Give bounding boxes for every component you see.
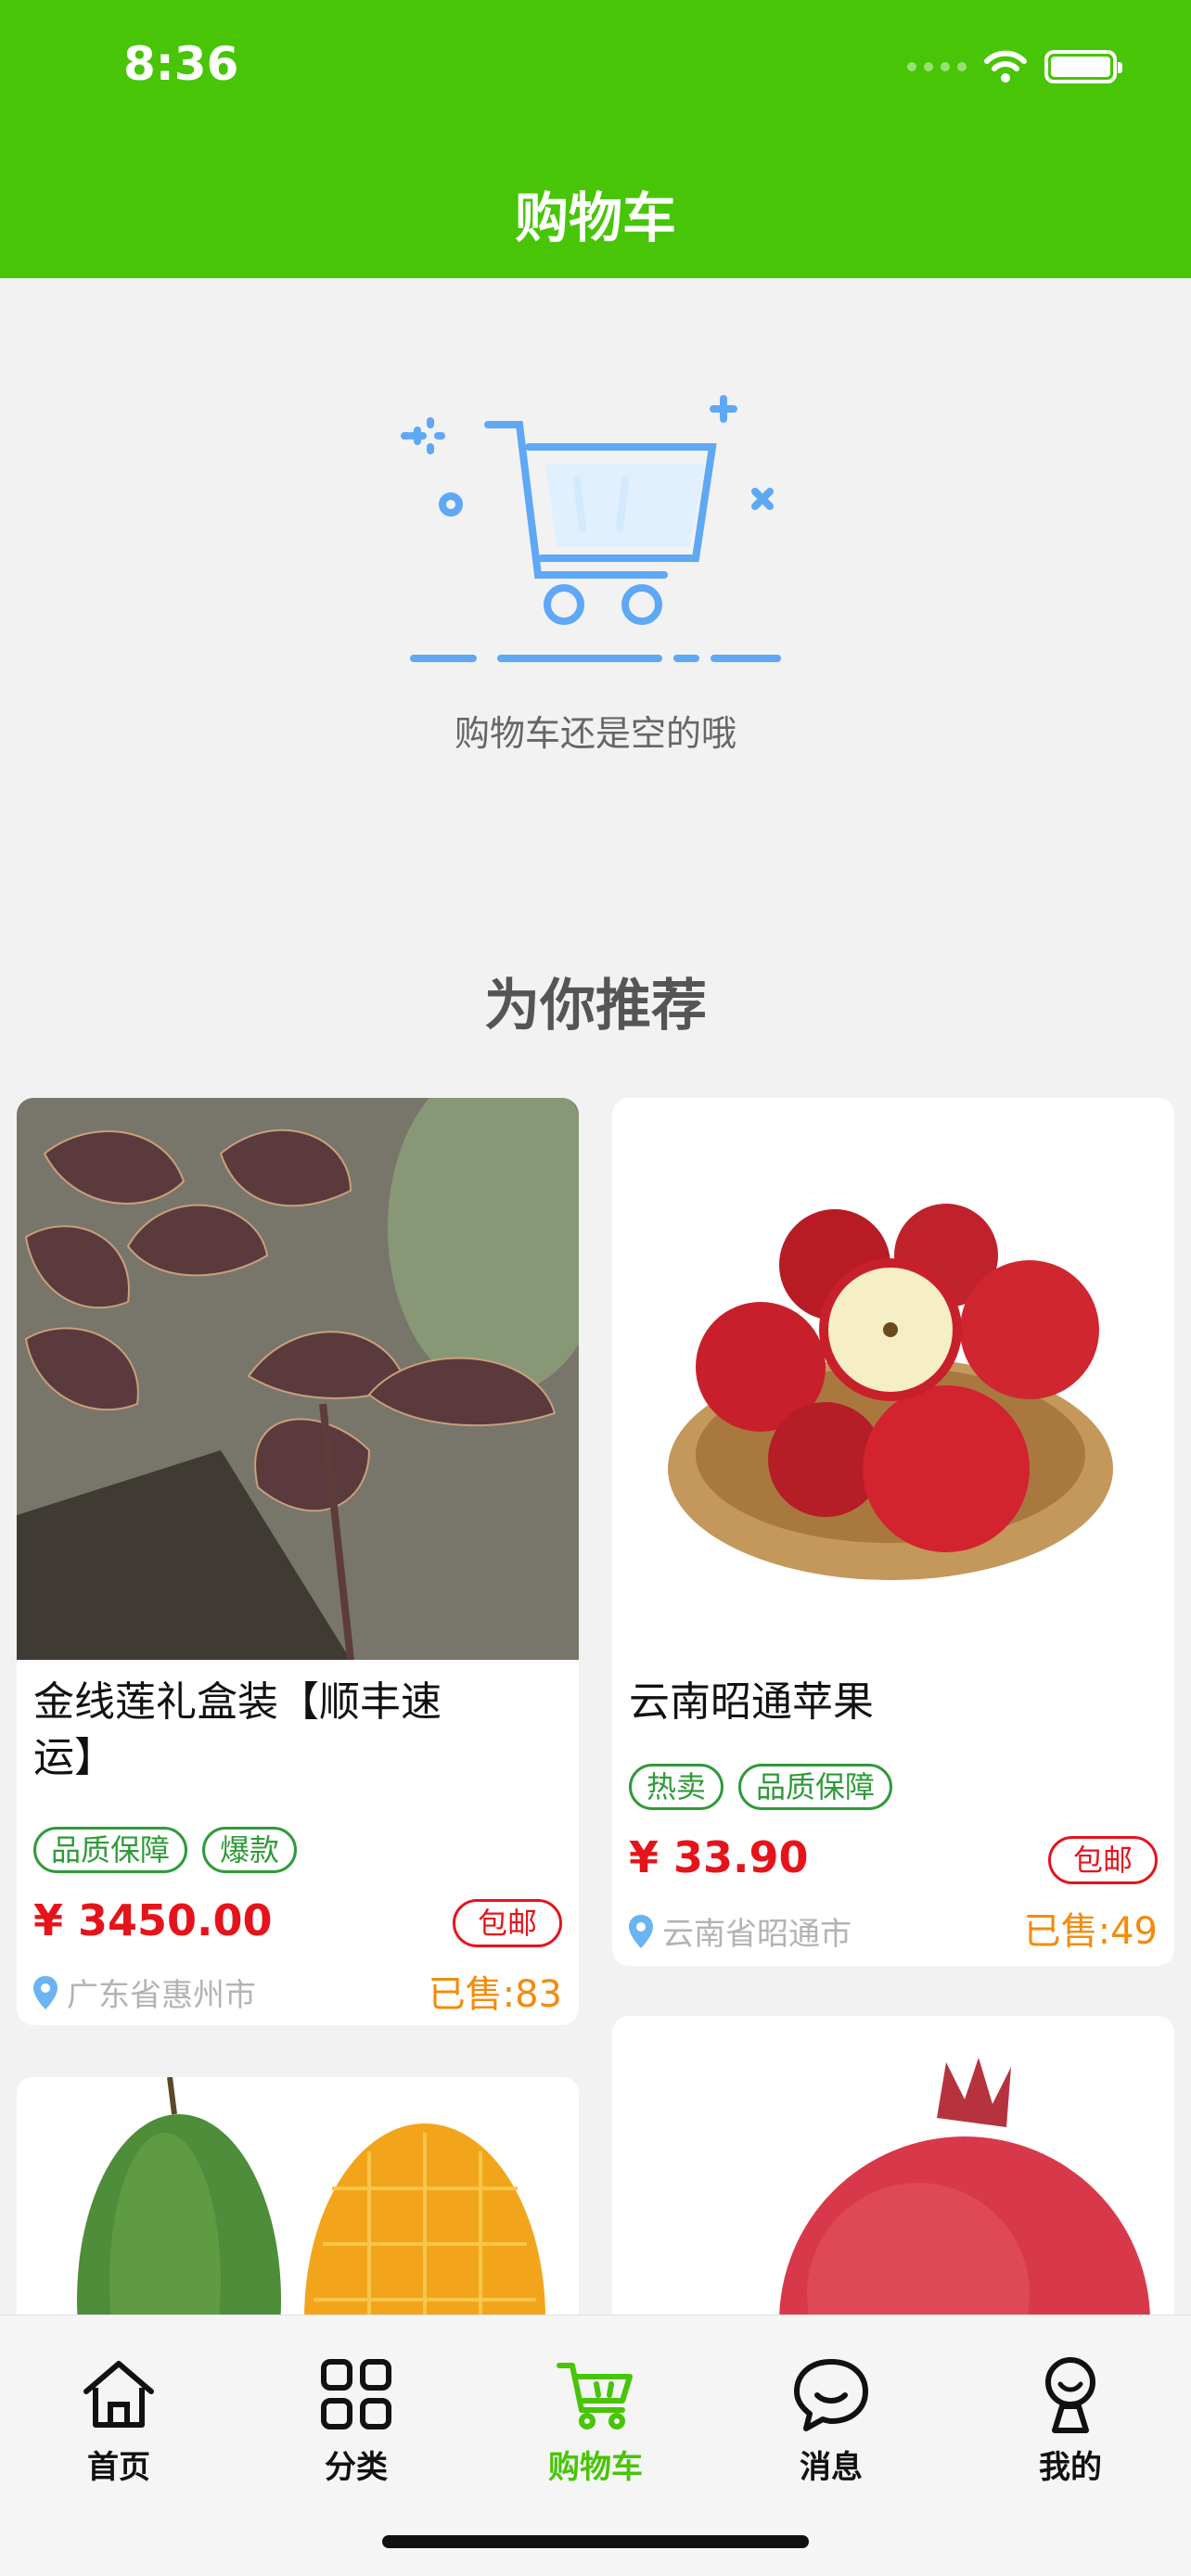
product-name: 云南昭通苹果 bbox=[629, 1678, 874, 1726]
tab-label: 购物车 bbox=[548, 2449, 643, 2486]
cart-icon bbox=[557, 2363, 633, 2429]
product-tags: 品质保障 爆款 bbox=[33, 1827, 298, 1873]
product-image-jinxianlian bbox=[17, 1098, 579, 1660]
product-price: ¥ 33.90 bbox=[629, 1832, 809, 1882]
battery-icon bbox=[1044, 50, 1122, 83]
tab-label: 消息 bbox=[800, 2449, 863, 2486]
tab-category[interactable]: 分类 bbox=[273, 2353, 440, 2487]
tab-home[interactable]: 首页 bbox=[35, 2353, 202, 2487]
product-tags: 热卖 品质保障 bbox=[629, 1764, 893, 1810]
product-tag: 品质保障 bbox=[738, 1764, 893, 1810]
status-time: 8:36 bbox=[123, 37, 239, 91]
home-indicator[interactable] bbox=[382, 2535, 809, 2548]
tab-cart[interactable]: 购物车 bbox=[512, 2353, 679, 2487]
tab-messages[interactable]: 消息 bbox=[748, 2353, 915, 2487]
location-pin-icon bbox=[629, 1914, 653, 1948]
location-text: 广东省惠州市 bbox=[67, 1977, 256, 2014]
recommend-title: 为你推荐 bbox=[484, 974, 707, 1039]
empty-cart-message: 购物车还是空的哦 bbox=[454, 713, 736, 754]
tab-profile[interactable]: 我的 bbox=[987, 2353, 1154, 2487]
tab-label: 首页 bbox=[87, 2449, 150, 2486]
product-location: 云南省昭通市 bbox=[629, 1908, 852, 1954]
free-shipping-badge: 包邮 bbox=[452, 1899, 562, 1947]
product-location: 广东省惠州市 bbox=[33, 1970, 256, 2015]
product-tag: 热卖 bbox=[629, 1764, 724, 1810]
tab-label: 分类 bbox=[325, 2449, 388, 2486]
tab-label: 我的 bbox=[1039, 2449, 1102, 2486]
status-icons bbox=[907, 48, 1122, 85]
home-icon bbox=[83, 2361, 154, 2428]
profile-icon bbox=[1045, 2357, 1095, 2433]
signal-icon bbox=[907, 62, 967, 71]
page-title: 购物车 bbox=[514, 186, 676, 249]
product-tag: 品质保障 bbox=[33, 1827, 188, 1873]
product-price: ¥ 3450.00 bbox=[33, 1895, 273, 1945]
sold-count: 已售:49 bbox=[1023, 1910, 1158, 1953]
location-text: 云南省昭通市 bbox=[662, 1916, 852, 1953]
product-image-apple bbox=[612, 1098, 1174, 1660]
empty-cart-icon bbox=[401, 395, 781, 662]
location-pin-icon bbox=[33, 1975, 58, 2009]
wifi-icon bbox=[984, 50, 1027, 83]
product-card[interactable]: 云南昭通苹果 热卖 品质保障 ¥ 33.90 包邮 云南省昭通市 已售:49 bbox=[612, 1098, 1174, 1966]
product-tag: 爆款 bbox=[202, 1827, 298, 1873]
grid-icon bbox=[321, 2359, 391, 2429]
free-shipping-badge: 包邮 bbox=[1047, 1836, 1158, 1884]
header-bar: 8:36 购物车 bbox=[0, 0, 1191, 278]
sold-count: 已售:83 bbox=[428, 1973, 562, 2016]
chat-icon bbox=[794, 2359, 868, 2431]
product-card[interactable]: 金线莲礼盒装【顺丰速运】 品质保障 爆款 ¥ 3450.00 包邮 广东省惠州市… bbox=[17, 1098, 579, 2025]
product-name: 金线莲礼盒装【顺丰速运】 bbox=[33, 1678, 442, 1781]
